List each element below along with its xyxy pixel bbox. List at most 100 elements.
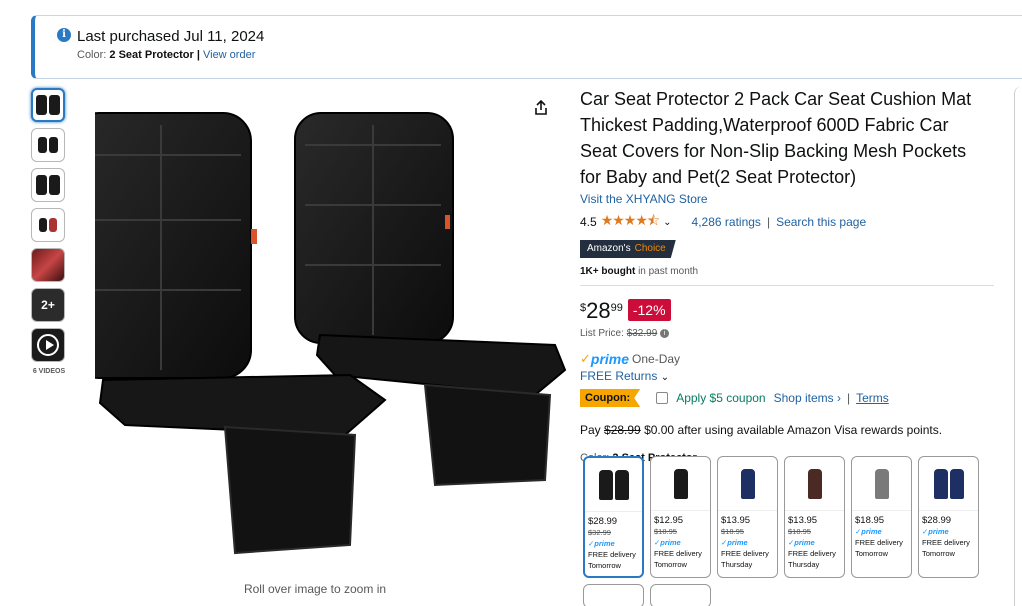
coupon-badge: Coupon: [580, 389, 641, 407]
color-swatch-2[interactable]: $12.95 $18.95 ✓prime FREE delivery Tomorrow [650, 456, 711, 578]
terms-link[interactable]: Terms [856, 391, 889, 405]
info-icon: i [57, 28, 71, 42]
swatch-delivery: FREE delivery [654, 549, 702, 558]
prime-logo: prime [590, 351, 630, 367]
price-row: $ 28 99 -12% [580, 298, 1000, 323]
swatch-old-price: $18.95 [721, 527, 744, 536]
visa-rewards-text: Pay $28.99 $0.00 after using available A… [580, 423, 1000, 437]
swatch-old-price: $18.95 [654, 527, 677, 536]
banner-color-value: 2 Seat Protector [109, 49, 194, 61]
swatch-delivery-day: Thursday [721, 560, 753, 569]
thumbnail-4[interactable] [31, 208, 65, 242]
separator: | [846, 391, 851, 405]
swatch-image [852, 457, 911, 511]
swatch-image [585, 458, 642, 512]
rating-row: 4.5 ★★★★⯪ ⌄ 4,286 ratings | Search this … [580, 210, 1000, 234]
product-details: Car Seat Protector 2 Pack Car Seat Cushi… [580, 86, 1000, 464]
swatch-price: $18.95 [855, 515, 885, 526]
thumbnail-strip: 2+ 6 VIDEOS [31, 88, 67, 375]
last-purchased-banner: i Last purchased Jul 11, 2024 Color: 2 S… [31, 15, 1022, 79]
swatch-price: $28.99 [922, 515, 952, 526]
color-swatch-more[interactable] [583, 584, 644, 606]
swatch-delivery: FREE delivery [855, 538, 903, 547]
list-price-label: List Price: [580, 328, 624, 339]
banner-separator: | [196, 49, 200, 61]
thumbnail-2[interactable] [31, 128, 65, 162]
swatch-price: $12.95 [654, 515, 684, 526]
swatch-price: $13.95 [721, 515, 751, 526]
color-swatch-3[interactable]: $13.95 $18.95 ✓prime FREE delivery Thursday [717, 456, 778, 578]
swatch-prime: ✓prime [788, 538, 815, 547]
swatch-image [785, 457, 844, 511]
apply-coupon-label[interactable]: Apply $5 coupon [676, 391, 765, 405]
free-returns-link[interactable]: FREE Returns ⌄ [580, 369, 1000, 383]
thumbnail-3[interactable] [31, 168, 65, 202]
swatch-delivery: FREE delivery [721, 549, 769, 558]
shop-items-link[interactable]: Shop items › [774, 391, 841, 405]
play-icon [37, 334, 59, 356]
swatch-old-price: $18.95 [788, 527, 811, 536]
share-icon[interactable] [532, 99, 550, 117]
swatch-delivery-day: Tomorrow [855, 549, 888, 558]
free-returns-label: FREE Returns [580, 369, 658, 383]
divider [580, 285, 994, 286]
star-rating-icon[interactable]: ★★★★⯪ [601, 210, 660, 234]
zoom-hint: Roll over image to zoom in [243, 582, 387, 596]
color-swatch-5[interactable]: $18.95 ✓prime FREE delivery Tomorrow [851, 456, 912, 578]
amazons-choice-badge[interactable]: Amazon's Choice [580, 240, 676, 258]
swatch-delivery-day: Tomorrow [654, 560, 687, 569]
main-product-image[interactable] [95, 105, 575, 565]
thumbnail-more[interactable]: 2+ [31, 288, 65, 322]
last-purchased-title: Last purchased Jul 11, 2024 [77, 28, 265, 45]
more-images-badge: 2+ [41, 298, 55, 312]
swatch-prime: ✓prime [721, 538, 748, 547]
pay-rest: $0.00 after using available Amazon Visa … [644, 423, 943, 437]
swatch-prime: ✓prime [588, 539, 615, 548]
prime-row: ✓ prime One-Day [580, 351, 1000, 367]
color-swatch-6[interactable]: $28.99 ✓prime FREE delivery Tomorrow [918, 456, 979, 578]
list-price: List Price: $32.99 i [580, 328, 1000, 339]
choice-badge-right: Choice [634, 240, 676, 258]
rating-value: 4.5 [580, 215, 597, 229]
view-order-link[interactable]: View order [203, 49, 255, 61]
swatch-image [919, 457, 978, 511]
prime-speed: One-Day [632, 352, 681, 366]
color-swatch-more[interactable] [650, 584, 711, 606]
thumbnail-5[interactable] [31, 248, 65, 282]
thumbnail-video[interactable] [31, 328, 65, 362]
swatch-delivery-day: Tomorrow [922, 549, 955, 558]
color-swatch-1[interactable]: $28.99 $32.99 ✓prime FREE delivery Tomorrow [583, 456, 644, 578]
product-title: Car Seat Protector 2 Pack Car Seat Cushi… [580, 89, 972, 187]
coupon-checkbox[interactable] [656, 392, 669, 404]
side-panel-edge [1014, 86, 1022, 606]
swatch-prime: ✓prime [855, 527, 882, 536]
swatch-prime: ✓prime [654, 538, 681, 547]
list-price-value: $32.99 [626, 328, 658, 339]
search-page-link[interactable]: Search this page [776, 215, 866, 229]
swatch-price: $28.99 [588, 516, 618, 527]
separator: | [766, 215, 771, 229]
banner-color-label: Color: [77, 49, 107, 61]
info-icon[interactable]: i [660, 328, 670, 338]
thumbnail-1[interactable] [31, 88, 65, 122]
swatch-image [651, 457, 710, 511]
ratings-count-link[interactable]: 4,286 ratings [692, 215, 761, 229]
pay-prefix: Pay [580, 423, 601, 437]
discount-badge: -12% [627, 299, 671, 321]
store-link[interactable]: Visit the XHYANG Store [580, 192, 708, 206]
coupon-row: Coupon: Apply $5 coupon Shop items › | T… [580, 389, 1000, 407]
banner-subline: Color: 2 Seat Protector | View order [77, 49, 255, 61]
price-whole: 28 [586, 298, 611, 323]
choice-badge-left: Amazon's [580, 240, 635, 258]
color-swatch-4[interactable]: $13.95 $18.95 ✓prime FREE delivery Thursday [784, 456, 845, 578]
swatch-delivery: FREE delivery [788, 549, 836, 558]
bought-count-bold: 1K+ bought [580, 266, 636, 277]
swatch-prime: ✓prime [922, 527, 949, 536]
chevron-down-icon[interactable]: ⌄ [663, 217, 671, 228]
swatch-image [718, 457, 777, 511]
bought-count: 1K+ bought in past month [580, 266, 1000, 277]
pay-strike-price: $28.99 [604, 423, 641, 437]
videos-count-label: 6 VIDEOS [32, 368, 66, 375]
bought-count-rest: in past month [638, 266, 699, 277]
swatch-delivery: FREE delivery [922, 538, 970, 547]
